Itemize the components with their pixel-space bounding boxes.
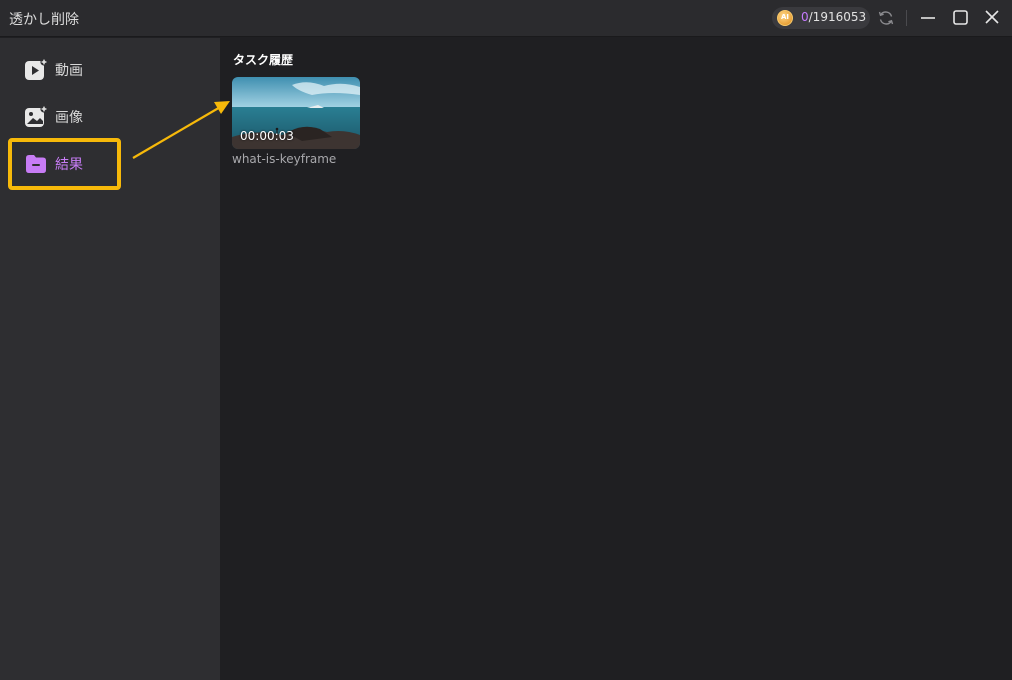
sidebar-item-image[interactable]: 画像 bbox=[8, 95, 212, 139]
close-button[interactable] bbox=[980, 7, 1004, 29]
coin-label: AI bbox=[780, 13, 790, 21]
sidebar-item-label: 画像 bbox=[55, 110, 83, 126]
credits-badge[interactable]: AI 0/1916053 bbox=[772, 7, 870, 29]
titlebar-divider bbox=[906, 10, 907, 26]
app-title: 透かし削除 bbox=[9, 12, 79, 28]
image-add-icon bbox=[25, 105, 48, 127]
main-content: タスク履歴 00:00:03 what-is-keyframe bbox=[220, 38, 1012, 680]
credits-count: 0/1916053 bbox=[801, 10, 866, 24]
section-title: タスク履歴 bbox=[233, 53, 294, 67]
task-thumbnail[interactable]: 00:00:03 bbox=[232, 77, 360, 149]
ai-coin-icon: AI bbox=[777, 10, 793, 26]
annotation-highlight bbox=[8, 138, 121, 190]
video-add-icon bbox=[25, 58, 48, 80]
credits-total: /1916053 bbox=[808, 10, 867, 24]
sidebar-item-label: 動画 bbox=[55, 63, 83, 79]
title-bar: 透かし削除 AI 0/1916053 bbox=[0, 0, 1012, 37]
credits-used: 0 bbox=[801, 10, 809, 24]
maximize-button[interactable] bbox=[948, 7, 972, 29]
minimize-button[interactable] bbox=[916, 7, 940, 29]
video-duration: 00:00:03 bbox=[240, 129, 294, 143]
refresh-icon[interactable] bbox=[877, 9, 895, 27]
sidebar-item-video[interactable]: 動画 bbox=[8, 48, 212, 92]
sidebar: 動画 画像 結果 bbox=[0, 38, 220, 680]
task-file-name: what-is-keyframe bbox=[232, 152, 337, 166]
